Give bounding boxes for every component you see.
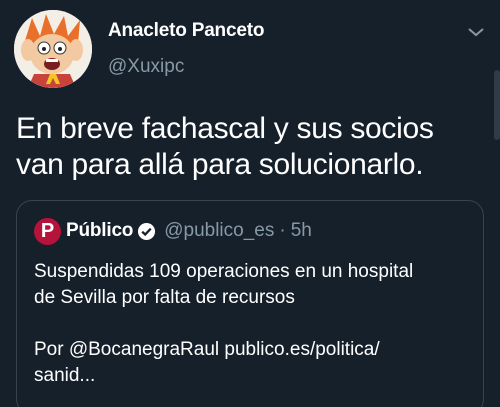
quoted-text-line: sanid... [34,365,96,386]
chevron-down-icon [468,28,484,37]
tweet-text: En breve fachascal y sus socios van para… [16,111,486,183]
quoted-tweet[interactable]: P Público @publico_es · 5h Suspendidas 1… [16,200,484,407]
scrollbar[interactable] [494,70,500,140]
quoted-text-line: Por @BocanegraRaul publico.es/politica/ [34,339,380,360]
cartoon-avatar-icon [14,10,92,88]
separator-dot: · [279,220,286,241]
quoted-text-line: Suspendidas 109 operaciones en un hospit… [34,261,414,282]
tweet-menu-button[interactable] [466,24,486,40]
tweet-text-line: van para allá para solucionarlo. [16,148,424,181]
quoted-tweet-header: P Público @publico_es · 5h [34,216,312,246]
publico-logo-letter: P [40,220,55,242]
quoted-tweet-text: Suspendidas 109 operaciones en un hospit… [34,259,474,389]
quoted-author-name[interactable]: Público [66,220,133,242]
author-name[interactable]: Anacleto Panceto [108,20,264,42]
tweet-card: Anacleto Panceto @Xuxipc En breve fachas… [0,0,500,407]
quoted-author-handle[interactable]: @publico_es [164,220,274,242]
quoted-text-line: de Sevilla por falta de recursos [34,287,295,308]
author-handle[interactable]: @Xuxipc [108,56,184,78]
publico-logo-icon[interactable]: P [34,217,61,245]
quoted-timestamp[interactable]: 5h [291,220,312,242]
verified-badge-icon [138,222,156,240]
tweet-text-line: En breve fachascal y sus socios [16,112,434,145]
avatar[interactable] [14,10,92,88]
